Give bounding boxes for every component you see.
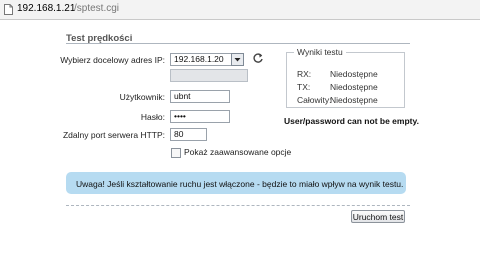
- advanced-options-label[interactable]: Pokaż zaawansowane opcje: [184, 147, 291, 157]
- user-label: Użytkownik:: [119, 92, 165, 102]
- password-input[interactable]: ••••: [170, 110, 230, 123]
- port-label: Zdalny port serwera HTTP:: [62, 130, 165, 140]
- advanced-options-checkbox[interactable]: [171, 148, 181, 158]
- bottom-divider: [66, 205, 410, 206]
- results-legend: Wyniki testu: [294, 47, 346, 57]
- ip-custom-input: [170, 69, 248, 82]
- section-divider: [66, 43, 410, 44]
- user-input[interactable]: ubnt: [170, 90, 230, 103]
- document-icon: [4, 4, 13, 15]
- port-input[interactable]: 80: [170, 128, 207, 141]
- ip-dropdown-button[interactable]: [231, 53, 244, 66]
- password-label: Hasło:: [140, 112, 165, 122]
- error-message: User/password can not be empty.: [284, 116, 419, 126]
- url-path[interactable]: /sptest.cgi: [74, 3, 119, 14]
- tx-value: Niedostępne: [330, 82, 378, 92]
- info-banner-text: Uwaga! Jeśli kształtowanie ruchu jest wł…: [76, 179, 404, 189]
- refresh-icon[interactable]: [252, 52, 264, 64]
- rx-value: Niedostępne: [330, 69, 378, 79]
- total-value: Niedostępne: [330, 95, 378, 105]
- chevron-down-icon: [234, 58, 241, 62]
- ip-label: Wybierz docelowy adres IP:: [60, 55, 165, 65]
- run-test-button[interactable]: Uruchom test: [351, 210, 405, 223]
- url-host[interactable]: 192.168.1.21: [17, 3, 75, 14]
